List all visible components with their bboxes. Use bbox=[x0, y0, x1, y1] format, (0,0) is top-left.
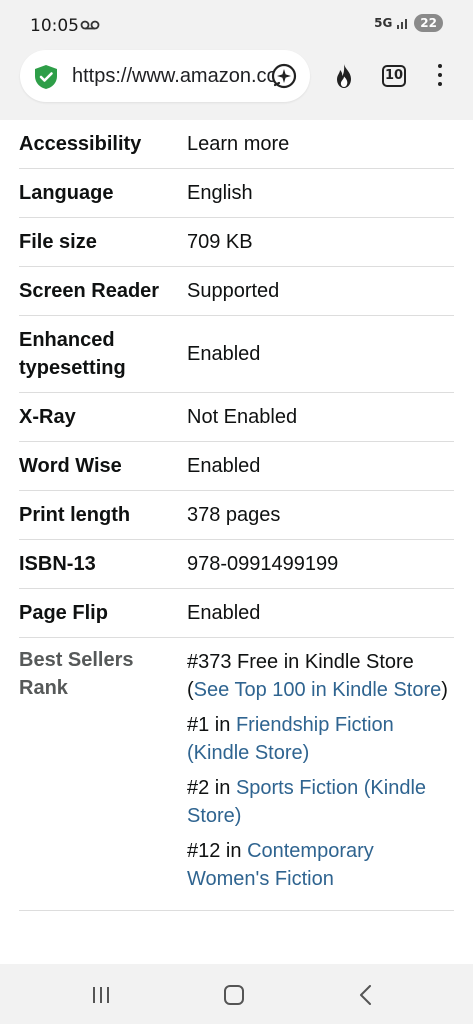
more-vert-icon[interactable] bbox=[436, 64, 444, 88]
detail-label: Print length bbox=[19, 504, 131, 526]
battery-indicator: 22 bbox=[414, 14, 443, 32]
detail-label: Accessibility bbox=[19, 133, 142, 155]
detail-label: ISBN-13 bbox=[19, 553, 96, 575]
detail-value-link[interactable]: Learn more bbox=[187, 120, 454, 168]
best-sellers-rank-label: Best Sellers Rank bbox=[19, 649, 134, 699]
detail-value-link[interactable]: Enabled bbox=[187, 330, 454, 378]
network-type: 5G bbox=[374, 16, 393, 30]
back-icon[interactable] bbox=[357, 985, 375, 1005]
see-top-100-link[interactable]: See Top 100 in Kindle Store bbox=[194, 679, 442, 701]
recent-apps-icon[interactable] bbox=[91, 986, 111, 1004]
best-sellers-rank-row: Best Sellers Rank #373 Free in Kindle St… bbox=[19, 638, 454, 911]
voicemail-icon bbox=[80, 20, 100, 30]
detail-label: Screen Reader bbox=[19, 280, 160, 302]
detail-row-word-wise: Word Wise Enabled bbox=[19, 442, 454, 491]
detail-label: Enhanced typesetting bbox=[19, 329, 126, 379]
detail-label: File size bbox=[19, 231, 97, 253]
detail-label: Word Wise bbox=[19, 455, 122, 477]
detail-row-enhanced-typesetting: Enhanced typesetting Enabled bbox=[19, 316, 454, 393]
home-icon[interactable] bbox=[224, 985, 244, 1005]
url-bar[interactable]: https://www.amazon.com bbox=[20, 50, 310, 102]
fire-icon[interactable] bbox=[331, 63, 357, 89]
detail-row-x-ray: X-Ray Not Enabled bbox=[19, 393, 454, 442]
detail-row-accessibility: Accessibility Learn more bbox=[19, 120, 454, 169]
tabs-icon[interactable]: 10 bbox=[382, 65, 406, 87]
detail-label: Page Flip bbox=[19, 602, 108, 624]
status-time: 10:05 bbox=[30, 16, 79, 36]
detail-row-page-flip: Page Flip Enabled bbox=[19, 589, 454, 638]
detail-value-link[interactable]: 378 pages bbox=[187, 491, 454, 539]
rank-entry: #1 in Friendship Fiction (Kindle Store) bbox=[187, 714, 394, 764]
details-list: Accessibility Learn more Language English Fi… bbox=[0, 120, 473, 911]
rank-entry: #12 in Contemporary Women's Fiction bbox=[187, 840, 374, 890]
detail-label: Language bbox=[19, 182, 114, 204]
detail-value: Supported bbox=[187, 280, 280, 302]
browser-toolbar: https://www.amazon.com 10 bbox=[0, 48, 473, 120]
detail-value-link[interactable]: Enabled bbox=[187, 442, 454, 490]
signal-icon bbox=[397, 19, 408, 29]
detail-value: 709 KB bbox=[187, 231, 253, 253]
system-navigation-bar bbox=[0, 964, 473, 1024]
product-details: Accessibility Learn more Language English Fi… bbox=[0, 120, 473, 964]
detail-value: English bbox=[187, 182, 253, 204]
url-text[interactable]: https://www.amazon.com bbox=[72, 65, 278, 88]
rank-entry: #373 Free in Kindle Store (See Top 100 i… bbox=[187, 651, 448, 701]
detail-row-isbn-13: ISBN-13 978-0991499199 bbox=[19, 540, 454, 589]
shield-check-icon[interactable] bbox=[33, 64, 59, 90]
best-sellers-rank-value: #373 Free in Kindle Store (See Top 100 i… bbox=[187, 638, 454, 910]
detail-row-file-size: File size 709 KB bbox=[19, 218, 454, 267]
detail-value: Not Enabled bbox=[187, 406, 298, 428]
ai-sparkle-icon[interactable] bbox=[270, 62, 298, 90]
detail-row-language: Language English bbox=[19, 169, 454, 218]
detail-label: X-Ray bbox=[19, 406, 76, 428]
status-bar: 10:05 5G 22 bbox=[0, 0, 473, 48]
detail-value: 978-0991499199 bbox=[187, 553, 339, 575]
detail-row-screen-reader: Screen Reader Supported bbox=[19, 267, 454, 316]
rank-entry: #2 in Sports Fiction (Kindle Store) bbox=[187, 777, 427, 827]
detail-value-link[interactable]: Enabled bbox=[187, 589, 454, 637]
detail-row-print-length: Print length 378 pages bbox=[19, 491, 454, 540]
